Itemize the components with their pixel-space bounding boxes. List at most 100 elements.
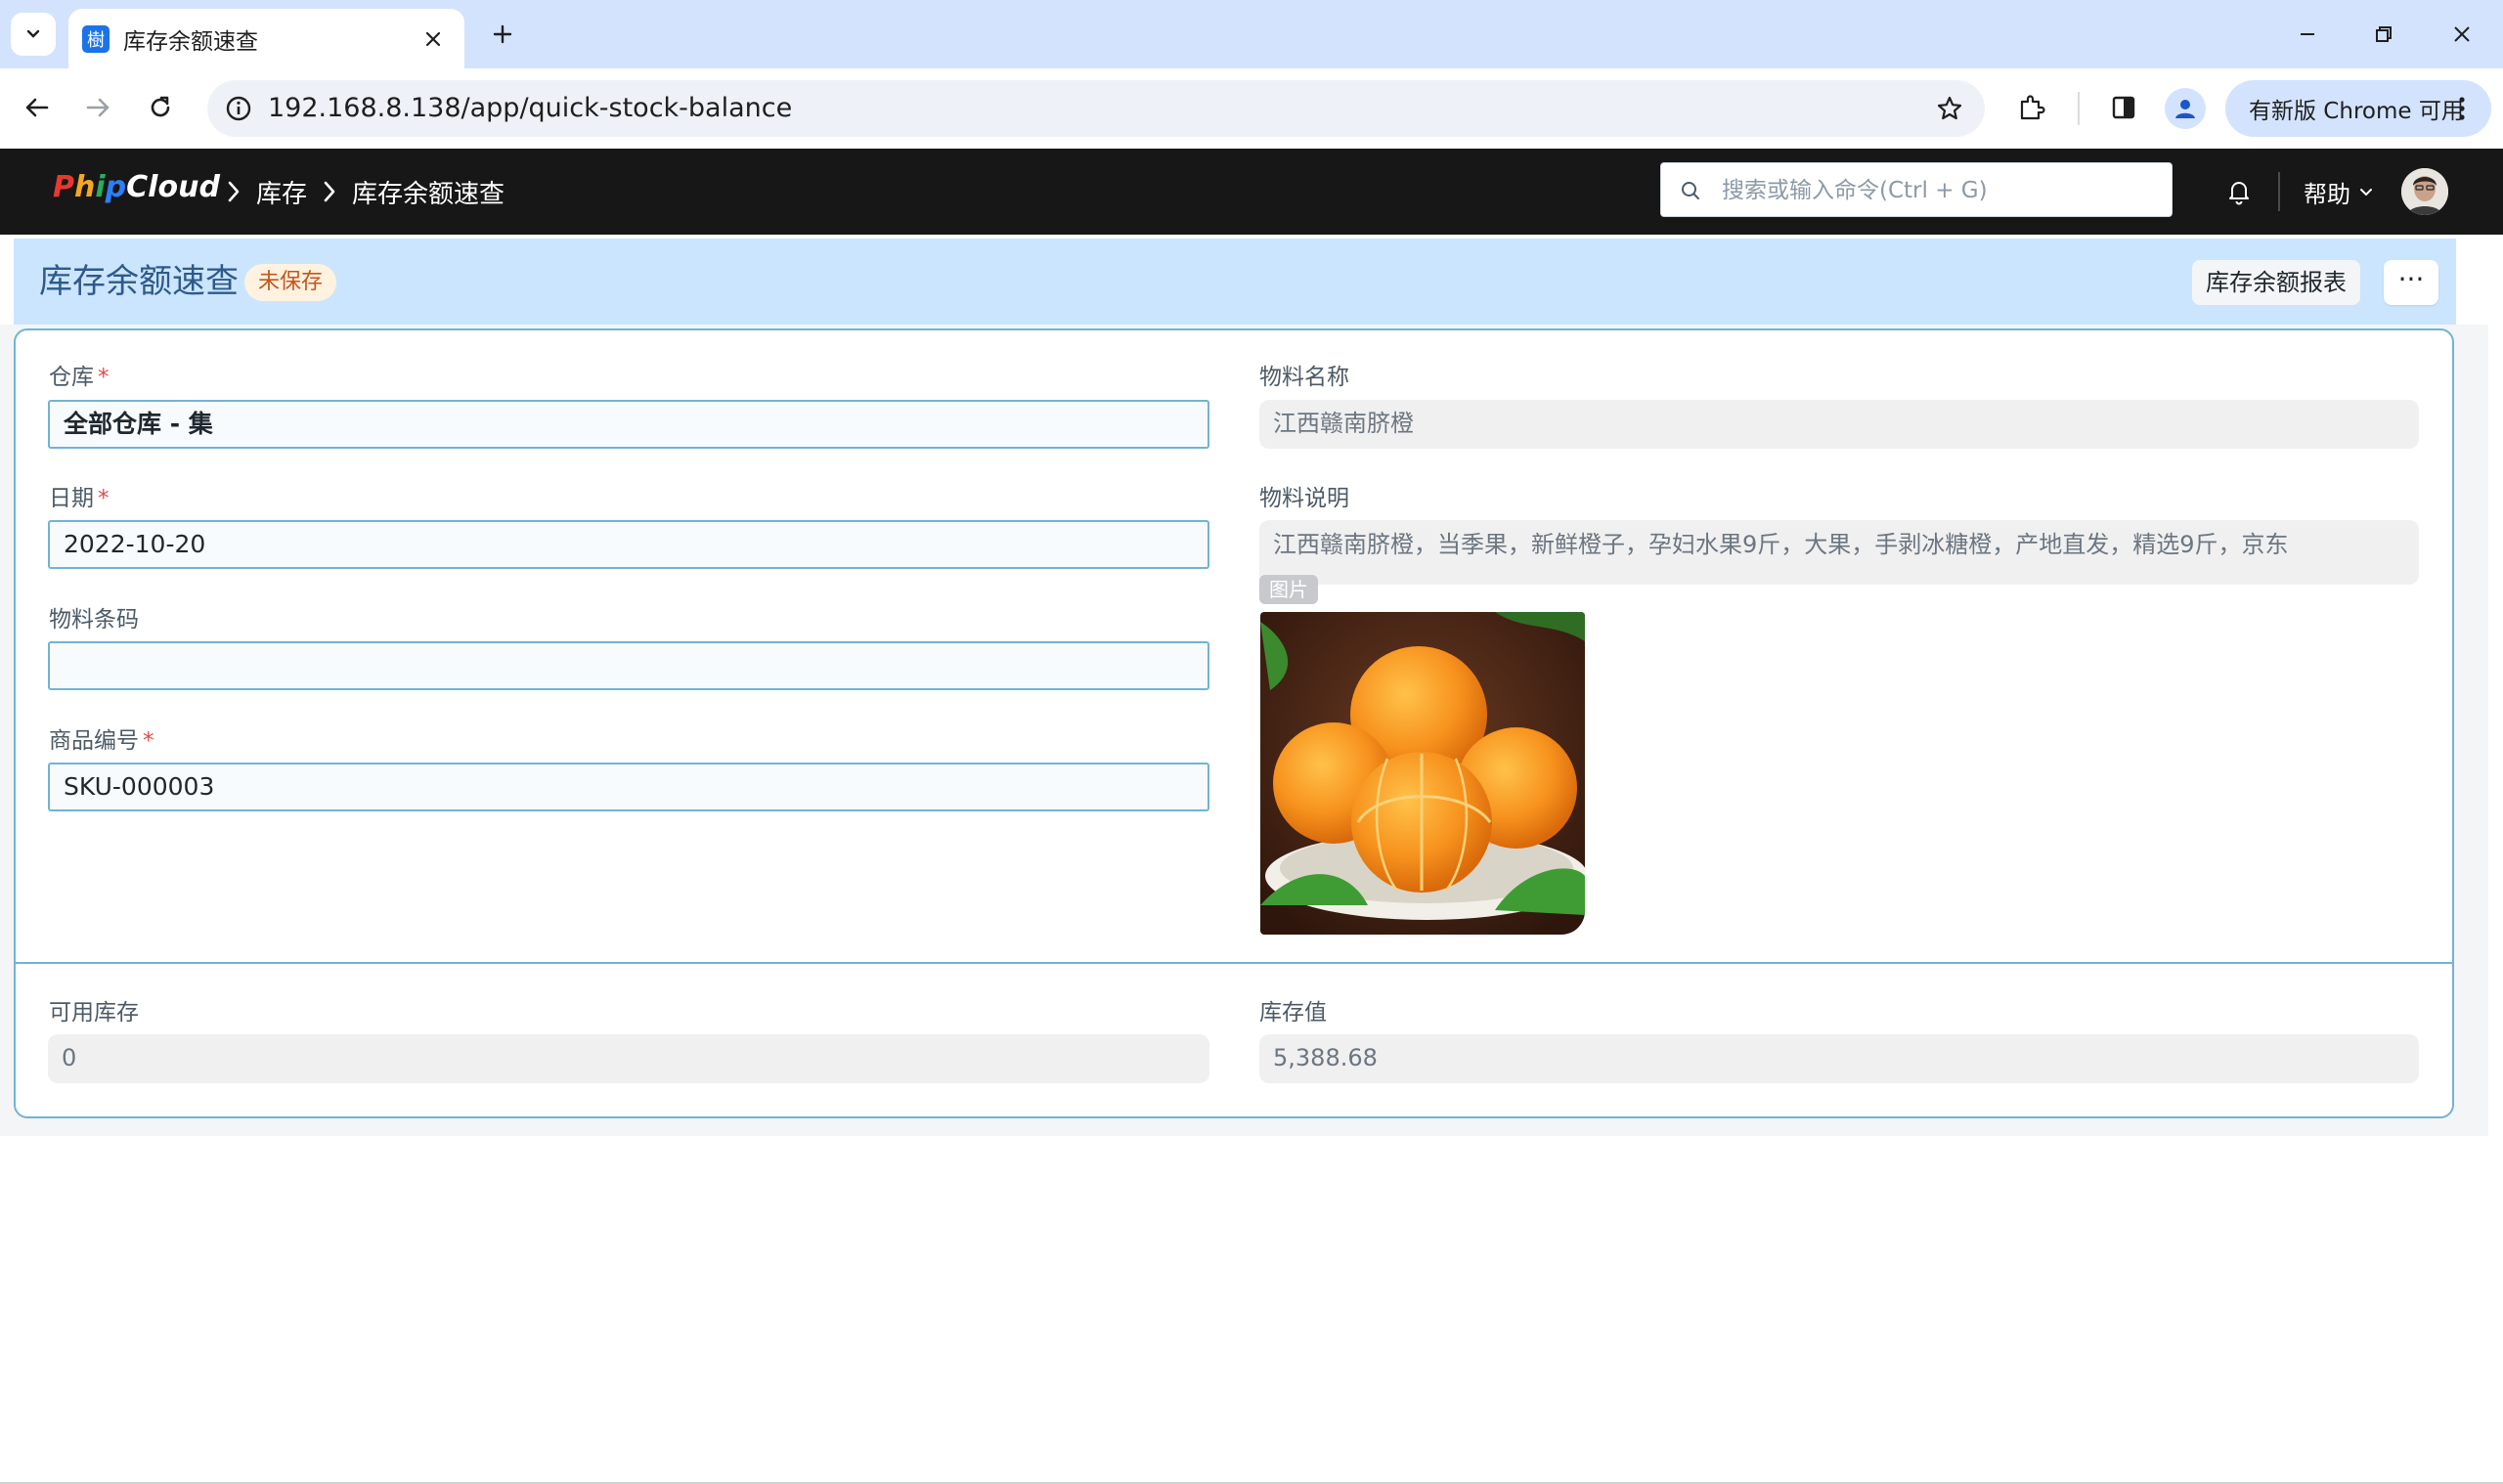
minimize-button[interactable] <box>2278 10 2337 59</box>
item-barcode-label: 物料条码 <box>49 600 139 633</box>
breadcrumb-item-quick-stock-balance[interactable]: 库存余额速查 <box>352 174 505 210</box>
item-code-label: 商品编号 * <box>49 721 154 755</box>
chrome-update-label: 有新版 Chrome 可用 <box>2249 99 2464 124</box>
info-icon <box>226 96 251 121</box>
stock-value-label: 库存值 <box>1259 993 1327 1026</box>
chrome-update-button[interactable]: 有新版 Chrome 可用 <box>2225 80 2491 137</box>
toolbar-divider <box>2078 92 2080 125</box>
app-navbar: PhipCloud 库存 库存余额速查 帮助 <box>0 149 2503 235</box>
logo-letter: h <box>74 170 96 204</box>
url-text[interactable]: 192.168.8.138/app/quick-stock-balance <box>268 80 792 137</box>
status-badge: 未保存 <box>244 264 337 301</box>
item-barcode-label-text: 物料条码 <box>49 607 139 633</box>
browser-toolbar: 192.168.8.138/app/quick-stock-balance 有新… <box>0 68 2503 149</box>
section-divider <box>16 962 2452 964</box>
chevron-right-icon <box>219 177 248 206</box>
available-qty-label: 可用库存 <box>49 993 139 1026</box>
awesomebar[interactable] <box>1660 162 2173 217</box>
bookmark-button[interactable] <box>1928 87 1971 130</box>
kebab-menu-icon <box>2459 97 2465 120</box>
logo-letter: P <box>53 170 74 204</box>
restore-icon <box>2376 26 2392 42</box>
minimize-icon <box>2301 33 2314 35</box>
plus-icon <box>493 24 512 44</box>
site-info-button[interactable] <box>217 87 260 130</box>
bell-icon <box>2229 182 2249 205</box>
logo-letter: o <box>157 170 179 204</box>
warehouse-label: 仓库 * <box>49 358 110 391</box>
tab-close-button[interactable] <box>416 22 451 57</box>
navbar-divider <box>2278 172 2280 211</box>
logo-letter: l <box>148 170 158 204</box>
page-head: 库存余额速查 未保存 库存余额报表 ··· <box>14 239 2456 325</box>
item-name-label-text: 物料名称 <box>1259 365 1349 390</box>
profile-button[interactable] <box>2165 88 2206 129</box>
date-label: 日期 * <box>49 479 110 512</box>
forward-button[interactable] <box>76 86 119 129</box>
new-tab-button[interactable] <box>483 15 522 54</box>
item-description-label-text: 物料说明 <box>1259 486 1349 511</box>
logo-letter: i <box>95 170 106 204</box>
arrow-right-icon <box>86 98 110 117</box>
search-input[interactable] <box>1720 167 2164 214</box>
image-tag: 图片 <box>1259 575 1318 604</box>
item-description-label: 物料说明 <box>1259 479 1349 512</box>
available-qty-label-text: 可用库存 <box>49 1000 139 1026</box>
orange-product-image <box>1260 612 1585 935</box>
chevron-right-icon <box>315 177 344 206</box>
logo-letter: u <box>178 170 199 204</box>
close-icon <box>425 31 441 46</box>
help-dropdown[interactable]: 帮助 <box>2304 149 2376 235</box>
item-code-label-text: 商品编号 <box>49 728 139 754</box>
stock-balance-report-button[interactable]: 库存余额报表 <box>2192 260 2360 305</box>
item-code-field[interactable]: SKU-000003 <box>48 763 1209 811</box>
address-bar[interactable]: 192.168.8.138/app/quick-stock-balance <box>207 80 1985 137</box>
notifications-button[interactable] <box>2219 172 2259 211</box>
product-image <box>1260 612 1585 935</box>
stock-value-label-text: 库存值 <box>1259 1000 1327 1026</box>
required-mark: * <box>98 486 110 511</box>
reload-button[interactable] <box>139 86 182 129</box>
back-button[interactable] <box>16 86 59 129</box>
window-close-button[interactable] <box>2433 10 2491 59</box>
extensions-button[interactable] <box>2010 86 2053 129</box>
reload-icon <box>151 96 170 117</box>
logo-letter: p <box>105 170 127 204</box>
chrome-menu-button[interactable] <box>2442 87 2481 130</box>
tab-title: 库存余额速查 <box>123 28 258 55</box>
app-logo[interactable]: PhipCloud <box>53 170 220 204</box>
available-qty-value: 0 <box>48 1034 1209 1083</box>
favicon-icon: 樹 <box>82 24 110 53</box>
chevron-down-icon <box>26 29 40 38</box>
side-panel-button[interactable] <box>2102 86 2145 129</box>
more-actions-button[interactable]: ··· <box>2384 260 2438 305</box>
close-icon <box>2454 26 2470 42</box>
date-field[interactable]: 2022-10-20 <box>48 520 1209 569</box>
browser-tab[interactable]: 樹 库存余额速查 <box>68 9 464 68</box>
side-panel-icon <box>2112 96 2135 119</box>
tab-search-button[interactable] <box>11 13 56 56</box>
item-name-label: 物料名称 <box>1259 358 1349 391</box>
breadcrumb: 库存 库存余额速查 <box>211 149 505 235</box>
avatar[interactable] <box>2401 168 2448 215</box>
person-icon <box>2175 100 2195 118</box>
arrow-left-icon <box>25 98 49 117</box>
breadcrumb-item-stock[interactable]: 库存 <box>256 174 307 210</box>
chevron-down-icon <box>2358 183 2376 200</box>
user-avatar-icon <box>2401 168 2448 215</box>
search-icon <box>1677 177 1704 204</box>
logo-letter: C <box>126 170 149 204</box>
required-mark: * <box>143 728 154 754</box>
required-mark: * <box>98 365 110 390</box>
item-barcode-field[interactable] <box>48 641 1209 690</box>
date-label-text: 日期 <box>49 486 94 511</box>
help-label: 帮助 <box>2304 180 2350 208</box>
warehouse-field[interactable]: 全部仓库 - 集 <box>48 400 1209 449</box>
warehouse-label-text: 仓库 <box>49 365 94 390</box>
item-name-value: 江西赣南脐橙 <box>1259 400 2419 449</box>
restore-button[interactable] <box>2354 10 2413 59</box>
puzzle-icon <box>2020 95 2045 120</box>
star-icon <box>1937 96 1962 120</box>
browser-tab-strip: 樹 库存余额速查 <box>0 0 2503 68</box>
stock-value-value: 5,388.68 <box>1259 1034 2419 1083</box>
